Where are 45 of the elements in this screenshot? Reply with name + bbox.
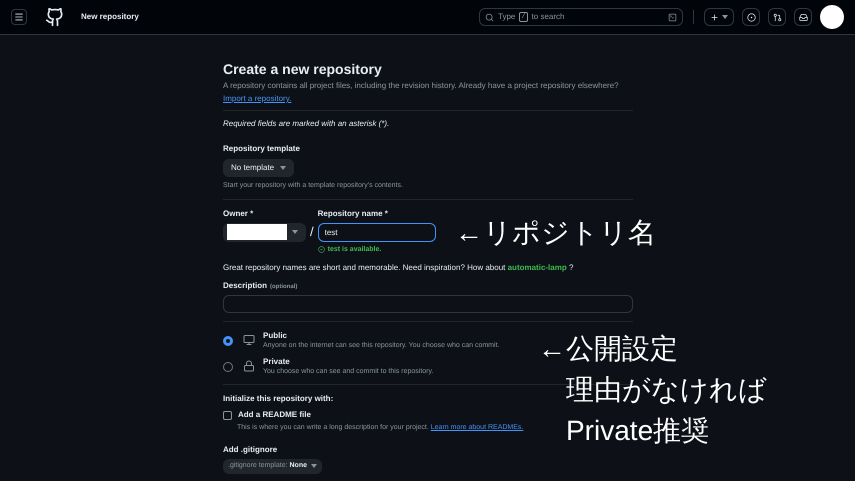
page-title: New repository: [81, 11, 139, 23]
annotation-caption: ←リポジトリ名: [455, 216, 656, 250]
repository-name-field[interactable]: test: [318, 222, 436, 242]
search-icon: [485, 12, 494, 22]
caret-icon: [722, 15, 728, 19]
repository-name-label: Repository name *: [318, 208, 389, 220]
check-icon: [318, 246, 325, 254]
menu-icon[interactable]: [11, 9, 27, 25]
github-logo-icon[interactable]: [45, 7, 65, 27]
annotation-caption: ←公開設定: [538, 332, 679, 366]
visibility-label: Public: [263, 330, 288, 341]
description-label: Description: [223, 280, 268, 292]
avatar[interactable]: [820, 5, 844, 29]
description-field[interactable]: [223, 295, 633, 313]
owner-label: Owner *: [223, 208, 254, 220]
template-label: Repository template: [223, 143, 301, 155]
search-suffix: to search: [532, 11, 564, 23]
annotation-caption: Private推奨: [566, 414, 710, 448]
template-dropdown[interactable]: No template: [223, 159, 294, 177]
readme-label: Add a README file: [238, 409, 311, 421]
required-note: Required fields are marked with an asterisk (*).: [223, 118, 390, 130]
inbox-icon[interactable]: [794, 8, 812, 26]
import-link[interactable]: Import a repository.: [223, 94, 292, 103]
radio-button[interactable]: [223, 362, 233, 372]
intro-text: A repository contains all project files, including the revision history. Already have a project repository elsewhere? Import a repository.: [223, 80, 620, 105]
initialize-heading: Initialize this repository with:: [223, 393, 334, 405]
readme-checkbox[interactable]: [223, 410, 232, 420]
annotation-caption: 理由がなければ: [566, 373, 767, 407]
suggested-name-link[interactable]: automatic-lamp: [508, 263, 567, 272]
plus-icon: [710, 12, 719, 22]
lock-icon: [243, 360, 255, 372]
create-new-button[interactable]: [704, 8, 734, 26]
caret-icon: [292, 230, 298, 234]
page-heading: Create a new repository: [223, 60, 383, 78]
monitor-icon: [243, 334, 255, 346]
name-suggestion: Great repository names are short and memorable. Need inspiration? How about automatic-lamp ?: [223, 262, 574, 274]
command-palette-icon[interactable]: [668, 12, 677, 22]
owner-dropdown[interactable]: [223, 222, 306, 242]
gitignore-heading: Add .gitignore: [223, 444, 278, 456]
caret-icon: [311, 464, 317, 468]
radio-button[interactable]: [223, 336, 233, 346]
visibility-label: Private: [263, 356, 291, 367]
caret-icon: [280, 166, 286, 170]
search-prefix: Type: [498, 11, 516, 23]
owner-separator: /: [310, 222, 314, 240]
